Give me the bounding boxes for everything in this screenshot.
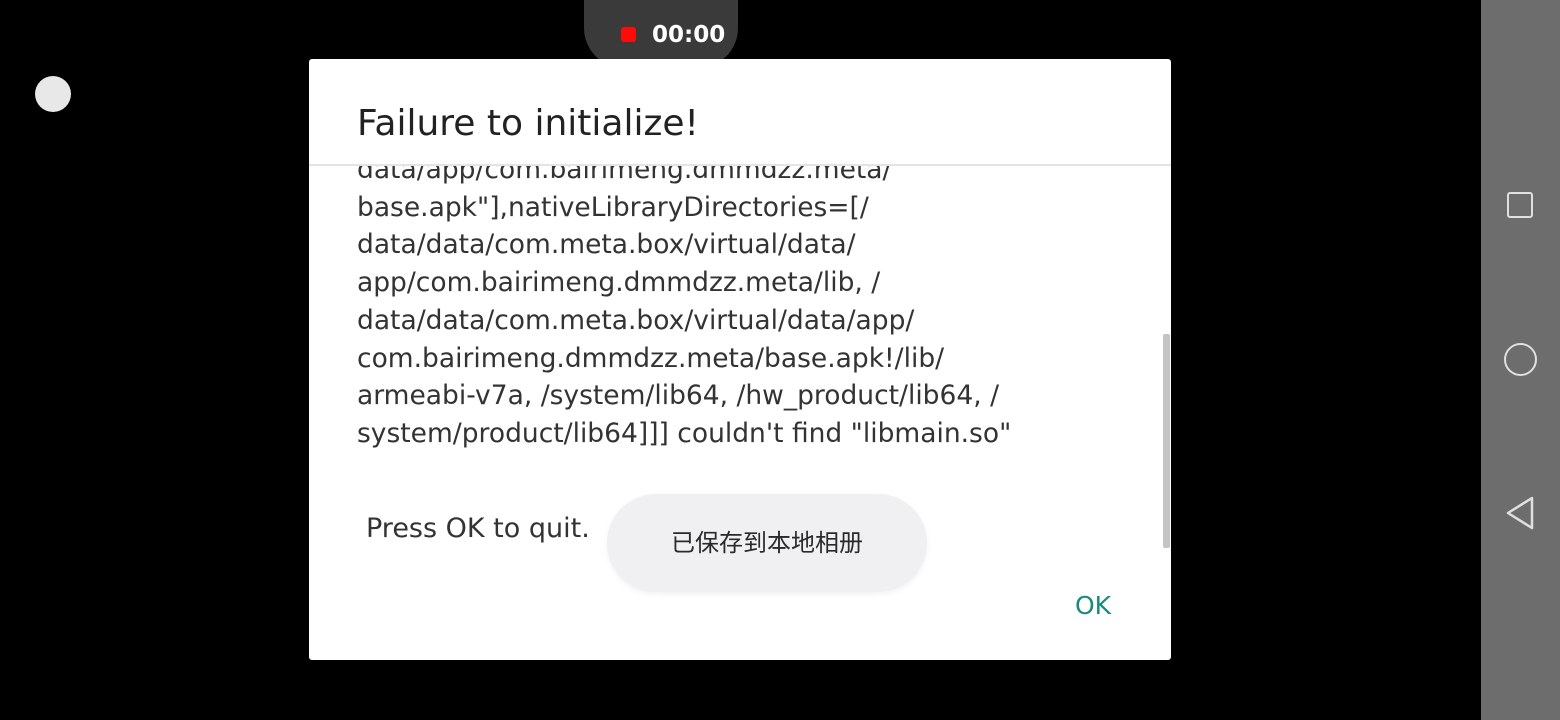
quit-instruction: Press OK to quit. [366, 513, 590, 544]
message-line: data/app/com.bairimeng.dmmdzz.meta/ [357, 166, 892, 185]
saved-toast: 已保存到本地相册 [607, 494, 927, 592]
dialog-title: Failure to initialize! [357, 103, 699, 144]
recording-timer: 00:00 [652, 22, 726, 48]
recent-apps-icon[interactable] [1507, 192, 1533, 218]
message-line: com.bairimeng.dmmdzz.meta/base.apk!/lib/ [357, 342, 945, 374]
message-line: data/data/com.meta.box/virtual/data/app/ [357, 304, 915, 336]
message-line: base.apk"],nativeLibraryDirectories=[/ [357, 191, 869, 223]
dialog-message: data/app/com.bairimeng.dmmdzz.meta/ base… [357, 166, 1117, 453]
home-icon[interactable] [1504, 343, 1537, 376]
phone-screen: 00:00 Failure to initialize! data/app/co… [0, 0, 1560, 720]
message-line: system/product/lib64]]] couldn't find "l… [357, 417, 1012, 449]
recording-dot-icon [621, 27, 636, 42]
message-line: armeabi-v7a, /system/lib64, /hw_product/… [357, 380, 1000, 412]
toast-message: 已保存到本地相册 [671, 529, 863, 557]
back-icon[interactable] [1503, 495, 1537, 531]
ok-button[interactable]: OK [1045, 580, 1141, 632]
message-line: data/data/com.meta.box/virtual/data/ [357, 229, 856, 261]
dialog-scrollbar[interactable] [1163, 334, 1170, 548]
floating-assistive-button[interactable] [35, 76, 71, 112]
message-line: app/com.bairimeng.dmmdzz.meta/lib, / [357, 267, 881, 299]
